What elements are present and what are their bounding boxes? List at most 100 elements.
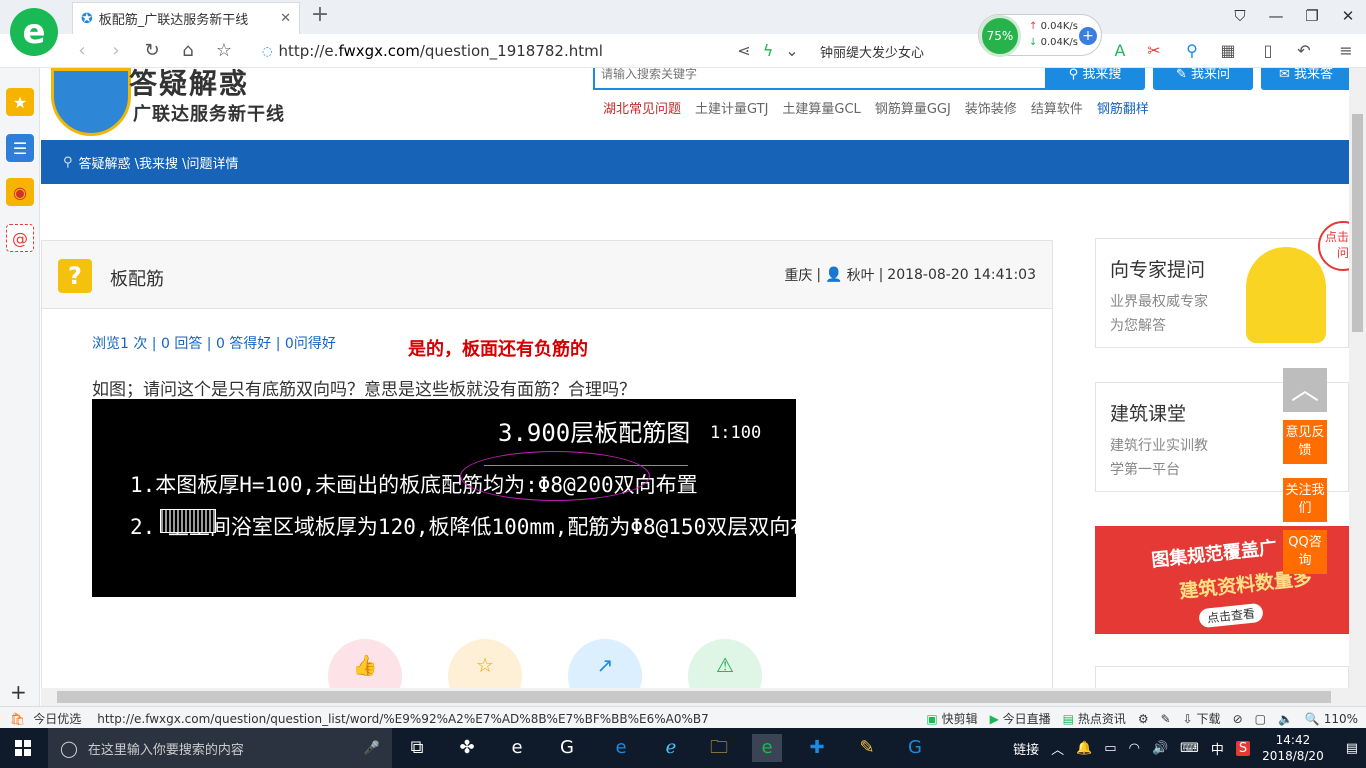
download-item[interactable]: ⇩ 下载 [1183, 710, 1221, 727]
search-button[interactable]: ⚲ 我来搜 [1045, 68, 1145, 90]
clean-icon[interactable]: ⊘ [1233, 712, 1243, 726]
action-center-icon[interactable]: ▤ [1346, 741, 1358, 756]
volume-icon[interactable]: 🔈 [1278, 712, 1293, 726]
reader-icon[interactable]: ▯ [1256, 40, 1280, 62]
feedback-button[interactable]: 意见反馈 [1283, 420, 1327, 464]
swirl-app-icon[interactable]: G [552, 734, 582, 762]
sidebar-add-icon[interactable]: + [10, 680, 27, 704]
horizontal-scrollbar[interactable] [41, 688, 1366, 706]
vertical-scrollbar[interactable] [1349, 68, 1366, 688]
forward-button[interactable]: › [104, 40, 128, 62]
sogou-icon[interactable]: S [1235, 740, 1251, 756]
quick-link[interactable]: 钢筋翻样 [1097, 98, 1149, 117]
hot-search-text[interactable]: 钟丽缇大发少女心 [820, 42, 924, 61]
share-button[interactable]: ↗ [568, 639, 642, 688]
qq-consult-button[interactable]: QQ咨询 [1283, 530, 1327, 574]
site-info-icon[interactable]: ◌ [262, 44, 272, 58]
email-icon[interactable]: @ [6, 224, 34, 252]
undo-icon[interactable]: ↶ [1292, 40, 1316, 62]
minimize-button[interactable]: — [1262, 4, 1290, 28]
ask-badge[interactable]: 点击提问 [1318, 221, 1349, 271]
quick-link[interactable]: 土建算量GCL [782, 98, 860, 117]
fan-app-icon[interactable]: ✤ [452, 734, 482, 762]
clock[interactable]: 14:42 2018/8/20 [1262, 732, 1324, 764]
maximize-button[interactable]: ❐ [1298, 4, 1326, 28]
tray-chevron-icon[interactable]: ︿ [1051, 739, 1064, 758]
home-button[interactable]: ⌂ [176, 40, 200, 62]
question-user[interactable]: 秋叶 [847, 265, 875, 285]
window-icon[interactable]: ▢ [1255, 712, 1266, 726]
close-window-button[interactable]: ✕ [1334, 4, 1362, 28]
weibo-icon[interactable]: ◉ [6, 178, 34, 206]
answer-button[interactable]: ✉ 我来答 [1261, 68, 1349, 90]
like-button[interactable]: 👍 [328, 639, 402, 688]
quick-link[interactable]: 结算软件 [1031, 98, 1083, 117]
edge-icon[interactable]: e [606, 734, 636, 762]
ie-icon[interactable]: ℯ [656, 734, 686, 762]
search-icon[interactable]: ⚲ [1180, 40, 1204, 62]
chevron-down-icon[interactable]: ⌄ [780, 40, 804, 62]
scissors-icon[interactable]: ✂ [1142, 40, 1166, 62]
tray-links[interactable]: 链接 [1013, 739, 1039, 758]
volume-icon[interactable]: 🔊 [1152, 741, 1168, 756]
new-tab-button[interactable]: + [308, 4, 332, 28]
report-button[interactable]: ⚠ [688, 639, 762, 688]
translate-icon[interactable]: A [1108, 40, 1132, 62]
g-app-icon[interactable]: G [900, 734, 930, 762]
favorite-button[interactable]: ☆ [448, 639, 522, 688]
cad-image[interactable]: 3.900层板配筋图 1:100 1.本图板厚H=100,未画出的板底配筋均为:… [92, 399, 796, 597]
battery-icon[interactable]: ▭ [1104, 741, 1116, 756]
question-stats[interactable]: 浏览1 次 | 0 回答 | 0 答得好 | 0问得好 [92, 333, 336, 353]
back-to-top-button[interactable]: ︿ [1283, 368, 1327, 412]
horizontal-scroll-thumb[interactable] [57, 691, 1331, 703]
ask-expert-card[interactable]: 向专家提问 业界最权威专家 为您解答 点击提问 [1095, 221, 1349, 348]
quick-link[interactable]: 土建计量GTJ [695, 98, 768, 117]
promo-cta[interactable]: 点击查看 [1198, 602, 1264, 629]
lightning-icon[interactable]: ϟ [756, 40, 780, 62]
speed-plus-icon[interactable]: + [1079, 27, 1097, 45]
taskbar-search[interactable]: ◯ 在这里输入你要搜索的内容 🎤 [48, 728, 392, 768]
browser-taskbar-icon[interactable]: e [752, 734, 782, 762]
browser-tab[interactable]: ✪ 板配筋_广联达服务新干线 ✕ [72, 2, 300, 34]
quick-link[interactable]: 装饰装修 [965, 98, 1017, 117]
file-explorer-icon[interactable]: 🗀 [704, 734, 734, 762]
pin-icon[interactable]: ⛉ [1226, 4, 1254, 28]
url-bar[interactable]: ◌ http://e. fwxgx.com/question_1918782.ht… [262, 40, 712, 62]
task-view-icon[interactable]: ⧉ [402, 734, 432, 762]
zoom-level[interactable]: 🔍 110% [1305, 712, 1358, 726]
notification-bell-icon[interactable]: 🔔 [1076, 741, 1092, 756]
bookmark-star-button[interactable]: ☆ [212, 40, 236, 62]
today-picks[interactable]: 今日优选 [33, 710, 81, 727]
brand-title[interactable]: 答疑解惑 [129, 68, 249, 102]
reload-button[interactable]: ↻ [140, 40, 164, 62]
follow-button[interactable]: 关注我们 [1283, 478, 1327, 522]
share-icon[interactable]: ⋖ [732, 40, 756, 62]
browser-logo-icon[interactable]: e [10, 8, 58, 56]
speed-widget[interactable]: 75% ↑ 0.04K/s ↓ 0.04K/s + [978, 14, 1102, 57]
favorites-star-icon[interactable]: ★ [6, 88, 34, 116]
site-search-input[interactable] [601, 68, 1041, 86]
tools-icon[interactable]: ✎ [1161, 712, 1171, 726]
breadcrumb[interactable]: 答疑解惑 \我来搜 \问题详情 [79, 153, 239, 172]
mic-icon[interactable]: 🎤 [364, 741, 380, 756]
status-item[interactable]: ▶ 今日直播 [990, 710, 1051, 727]
back-button[interactable]: ‹ [70, 40, 94, 62]
status-item[interactable]: ▤ 热点资讯 [1063, 710, 1126, 727]
notes-app-icon[interactable]: ✎ [852, 734, 882, 762]
ask-button[interactable]: ✎ 我来问 [1153, 68, 1253, 90]
wifi-icon[interactable]: ◠ [1129, 741, 1140, 756]
plus-app-icon[interactable]: ✚ [802, 734, 832, 762]
ie-edge-icon[interactable]: e [502, 734, 532, 762]
vertical-scroll-thumb[interactable] [1352, 114, 1363, 332]
ime-indicator[interactable]: 中 [1211, 739, 1224, 758]
settings-icon[interactable]: ⚙ [1138, 712, 1149, 726]
keyboard-icon[interactable]: ⌨ [1180, 741, 1199, 756]
status-item[interactable]: ▣ 快剪辑 [926, 710, 977, 727]
news-list-icon[interactable]: ☰ [6, 134, 34, 162]
menu-icon[interactable]: ≡ [1334, 40, 1358, 62]
quick-link[interactable]: 湖北常见问题 [603, 98, 681, 117]
start-button[interactable] [0, 728, 46, 768]
tab-close-icon[interactable]: ✕ [280, 11, 291, 26]
quick-link[interactable]: 钢筋算量GGJ [875, 98, 951, 117]
apps-grid-icon[interactable]: ▦ [1216, 40, 1240, 62]
